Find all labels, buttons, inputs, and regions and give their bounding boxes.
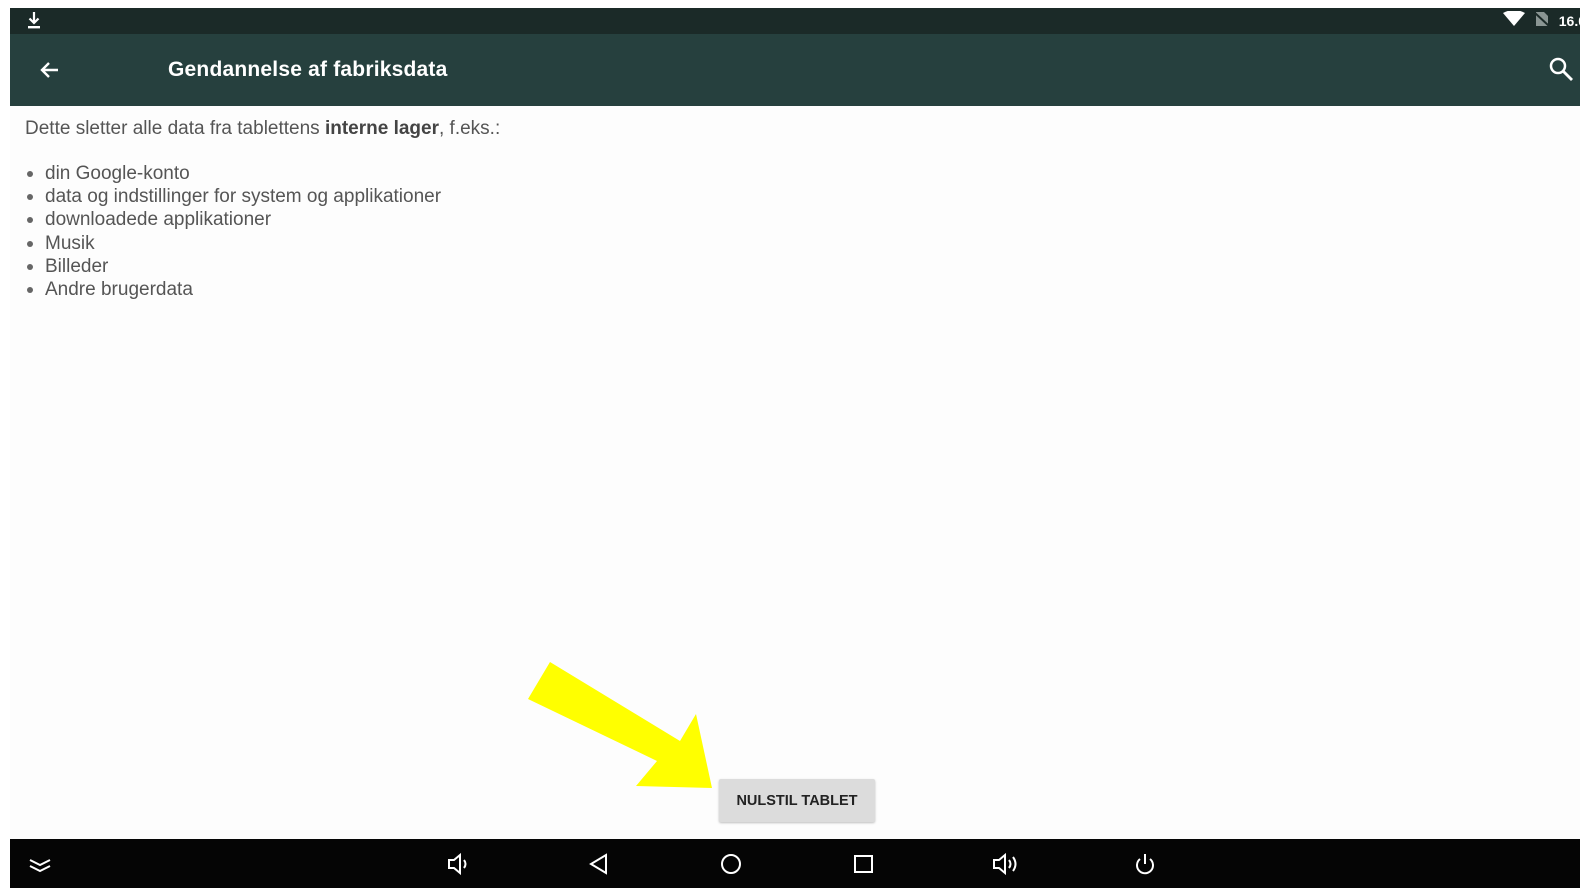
list-item: Billeder xyxy=(25,255,500,278)
no-sim-icon xyxy=(1534,11,1550,32)
home-icon[interactable] xyxy=(718,851,744,877)
back-arrow-icon[interactable] xyxy=(38,58,62,82)
recents-icon[interactable] xyxy=(851,851,877,877)
download-icon xyxy=(26,11,42,36)
reset-tablet-button[interactable]: NULSTIL TABLET xyxy=(719,779,875,822)
intro-text: Dette sletter alle data fra tablettens i… xyxy=(25,118,500,140)
back-icon[interactable] xyxy=(586,851,612,877)
intro-text-end: , f.eks.: xyxy=(439,118,501,139)
intro-text-start: Dette sletter alle data fra tablettens xyxy=(25,118,325,139)
volume-down-icon[interactable] xyxy=(446,851,472,877)
app-bar: Gendannelse af fabriksdata xyxy=(10,34,1580,106)
intro-text-bold: interne lager xyxy=(324,118,439,139)
list-item: din Google-konto xyxy=(25,162,500,185)
clock: 16.0 xyxy=(1558,13,1580,29)
status-icons: 16.0 xyxy=(1502,8,1580,34)
status-bar: 16.0 xyxy=(10,8,1580,34)
list-item: Musik xyxy=(25,232,500,255)
power-icon[interactable] xyxy=(1132,851,1158,877)
expand-icon[interactable] xyxy=(27,851,53,877)
content-area: Dette sletter alle data fra tablettens i… xyxy=(25,118,500,301)
list-item: data og indstillinger for system og appl… xyxy=(25,185,500,208)
page-title: Gendannelse af fabriksdata xyxy=(168,58,448,81)
list-item: downloadede applikationer xyxy=(25,208,500,231)
wifi-icon xyxy=(1502,9,1525,32)
search-icon[interactable] xyxy=(1548,56,1574,82)
data-list: din Google-konto data og indstillinger f… xyxy=(25,162,500,301)
list-item: Andre brugerdata xyxy=(25,278,500,301)
navigation-bar xyxy=(10,839,1580,888)
device-screen: 16.0 Gendannelse af fabriksdata Dette sl… xyxy=(10,8,1580,888)
annotation-arrow-icon xyxy=(528,662,712,788)
volume-up-icon[interactable] xyxy=(991,851,1017,877)
